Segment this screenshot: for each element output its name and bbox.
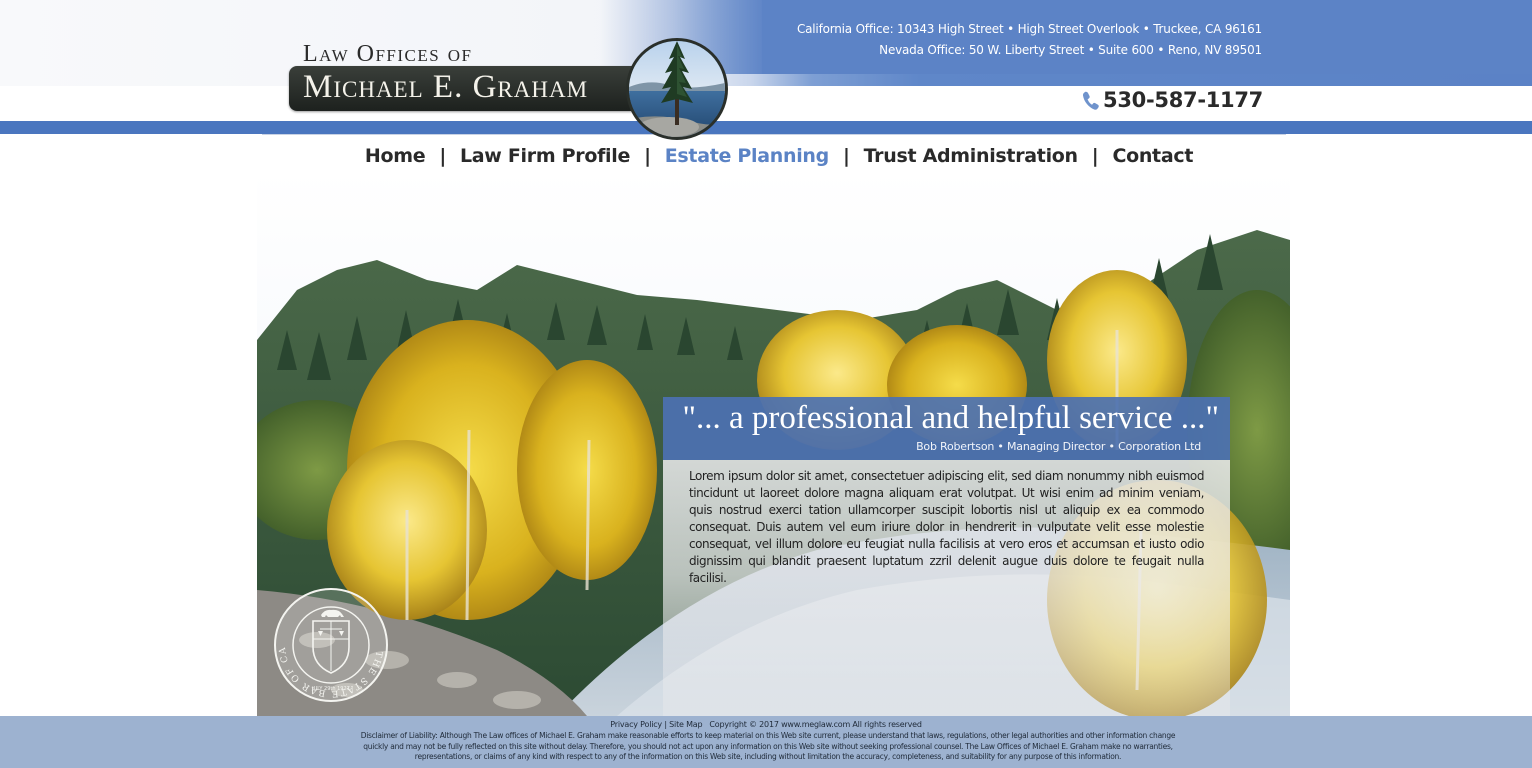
logo-line2[interactable]: Michael E. Graham bbox=[303, 69, 633, 106]
header-phone-band bbox=[0, 86, 1532, 121]
footer-links: Privacy Policy | Site Map Copyright © 20… bbox=[0, 720, 1532, 729]
pine-tree-lake-icon bbox=[626, 38, 728, 140]
disclaimer: Disclaimer of Liability: Although The La… bbox=[360, 731, 1176, 761]
testimonial-body: Lorem ipsum dolor sit amet, consectetuer… bbox=[689, 469, 1204, 585]
office-addresses: California Office: 10343 High Street • H… bbox=[797, 19, 1262, 61]
nav-contact[interactable]: Contact bbox=[1112, 145, 1193, 167]
logo-line1[interactable]: Law Offices of bbox=[303, 41, 603, 68]
privacy-policy-link[interactable]: Privacy Policy bbox=[610, 720, 662, 729]
nav-separator: | bbox=[1091, 145, 1099, 167]
nav-home[interactable]: Home bbox=[365, 145, 426, 167]
main-nav: Home | Law Firm Profile | Estate Plannin… bbox=[257, 141, 1287, 171]
testimonial-quote: "... a professional and helpful service … bbox=[682, 400, 1219, 436]
phone-icon bbox=[1082, 91, 1099, 110]
nav-trust-administration[interactable]: Trust Administration bbox=[864, 145, 1079, 167]
footer: Privacy Policy | Site Map Copyright © 20… bbox=[0, 716, 1532, 768]
california-office: California Office: 10343 High Street • H… bbox=[796, 22, 1262, 36]
copyright: Copyright © 2017 www.meglaw.com All righ… bbox=[709, 720, 922, 729]
testimonial-attribution: Bob Robertson • Managing Director • Corp… bbox=[916, 440, 1201, 453]
state-bar-seal-icon: THE STATE BAR OF CALIFORNIA JULY 29th 19… bbox=[268, 580, 389, 703]
phone-number[interactable]: 530-587-1177 bbox=[1082, 88, 1263, 112]
nav-separator: | bbox=[439, 145, 446, 167]
header-divider bbox=[262, 134, 1286, 135]
footer-divider: | bbox=[664, 720, 667, 729]
nav-separator: | bbox=[644, 145, 651, 167]
nav-law-firm-profile[interactable]: Law Firm Profile bbox=[460, 145, 630, 167]
nav-estate-planning[interactable]: Estate Planning bbox=[665, 145, 830, 167]
seal-date: JULY 29th 1927 bbox=[311, 686, 350, 692]
nevada-office: Nevada Office: 50 W. Liberty Street • Su… bbox=[879, 43, 1262, 57]
phone-number-text[interactable]: 530-587-1177 bbox=[1103, 88, 1263, 112]
site-map-link[interactable]: Site Map bbox=[669, 720, 702, 729]
header-blue-bar bbox=[0, 121, 1532, 134]
nav-separator: | bbox=[842, 145, 850, 167]
